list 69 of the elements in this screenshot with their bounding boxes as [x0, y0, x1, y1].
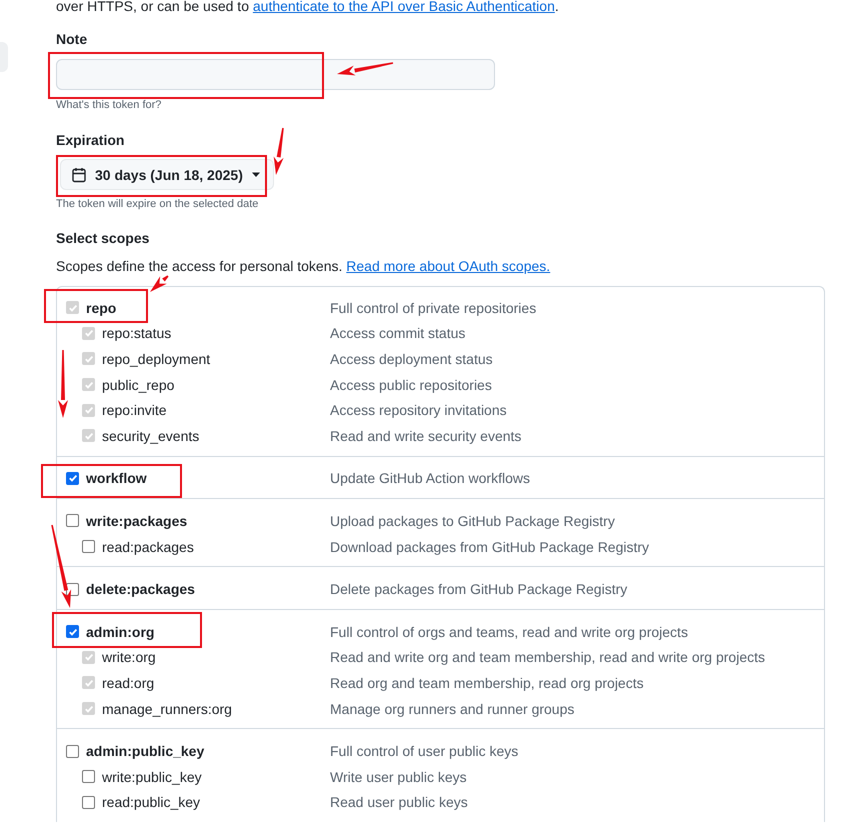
- scope-description: Read and write org and team membership, read and write org projects: [330, 649, 766, 666]
- scope-name: read:org: [102, 674, 154, 691]
- check-icon: [84, 704, 94, 714]
- scope-name: read:public_key: [102, 794, 200, 810]
- scope-name: write:org: [102, 649, 156, 666]
- check-icon: [84, 354, 94, 364]
- scope-description: Full control of private repositories: [330, 300, 538, 316]
- scope-name: workflow: [86, 470, 147, 486]
- description-text: over HTTPS, or can be used to authenticate to the API over Basic Authentication.: [56, 0, 560, 15]
- scope-description: Download packages from GitHub Package Registry: [330, 538, 650, 555]
- scope-name: write:packages: [86, 512, 188, 529]
- checkbox[interactable]: [66, 625, 79, 638]
- scope-name: admin:public_key: [86, 743, 204, 760]
- scope-name: read:packages: [102, 538, 194, 555]
- scope-description: Read and write security events: [330, 428, 522, 444]
- scope-description: Access repository invitations: [330, 402, 508, 418]
- scope-name: repo:invite: [102, 402, 167, 418]
- scope-description: Read org and team membership, read org projects: [330, 674, 645, 691]
- check-icon: [84, 380, 94, 390]
- scope-description: Access commit status: [330, 325, 466, 342]
- scope-name: write:public_key: [102, 768, 202, 785]
- checkbox[interactable]: [66, 744, 79, 758]
- check-icon: [84, 430, 94, 441]
- caret-icon: [250, 172, 261, 178]
- input-field[interactable]: [56, 59, 495, 90]
- section-heading: Select scopes: [56, 230, 150, 246]
- scope-description: Upload packages to GitHub Package Registry: [330, 512, 616, 529]
- scope-name: manage_runners:org: [102, 700, 232, 717]
- scope-description: Access public repositories: [330, 376, 493, 393]
- checkbox[interactable]: [66, 514, 79, 528]
- scope-description: Access deployment status: [330, 350, 494, 367]
- description-text: Scopes define the access for personal tokens. Read more about OAuth scopes.: [56, 258, 552, 274]
- annotation-arrow: [58, 350, 68, 418]
- calendar-icon: [71, 166, 87, 182]
- scope-name: repo_deployment: [102, 350, 210, 367]
- scope-name: public_repo: [102, 376, 174, 393]
- check-icon: [84, 405, 94, 416]
- scope-name: security_events: [102, 428, 200, 444]
- scope-name: repo: [86, 300, 116, 316]
- annotation-arrow: [337, 62, 394, 76]
- expiration-dropdown[interactable]: 30 days (Jun 18, 2025): [60, 159, 274, 190]
- annotation-arrow: [274, 128, 284, 175]
- check-icon: [84, 652, 94, 662]
- scope-description: Read user public keys: [330, 794, 469, 810]
- link[interactable]: Read more about OAuth scopes.: [346, 258, 550, 274]
- check-icon: [84, 328, 94, 338]
- hint-text: The token will expire on the selected date: [56, 198, 260, 210]
- scope-description: Write user public keys: [330, 768, 468, 785]
- scope-description: Update GitHub Action workflows: [330, 470, 531, 486]
- scope-description: Full control of orgs and teams, read and write org projects: [330, 624, 689, 640]
- link[interactable]: authenticate to the API over Basic Authentication: [252, 0, 555, 14]
- scope-description: Full control of user public keys: [330, 743, 520, 760]
- scope-name: admin:org: [86, 624, 154, 640]
- check-icon: [68, 626, 78, 637]
- scope-description: Delete packages from GitHub Package Registry: [330, 581, 628, 598]
- annotation-arrow: [150, 275, 169, 292]
- scope-name: delete:packages: [86, 581, 195, 598]
- scope-name: repo:status: [102, 325, 172, 342]
- checkbox[interactable]: [82, 796, 95, 809]
- field-label: Expiration: [56, 132, 126, 148]
- checkbox[interactable]: [82, 770, 95, 784]
- scope-description: Manage org runners and runner groups: [330, 700, 576, 717]
- check-icon: [68, 473, 78, 484]
- checkbox[interactable]: [66, 472, 79, 485]
- check-icon: [68, 302, 78, 313]
- check-icon: [84, 678, 94, 688]
- field-label: Note: [56, 31, 88, 47]
- checkbox[interactable]: [82, 540, 95, 554]
- hint-text: What's this token for?: [56, 99, 162, 111]
